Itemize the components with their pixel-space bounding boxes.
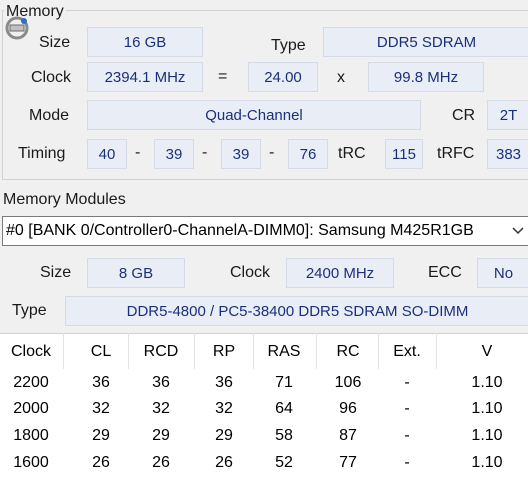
- table-header-cell[interactable]: V: [482, 343, 493, 361]
- cr-value: 2T: [487, 100, 528, 130]
- table-cell: 1.10: [471, 427, 503, 444]
- trfc-value: 383: [487, 139, 528, 169]
- table-cell: 1.10: [471, 400, 503, 417]
- ecc-value: No: [477, 258, 528, 288]
- trc-value: 115: [385, 139, 423, 169]
- timing-table[interactable]: [0, 333, 528, 487]
- app-logo-icon: [5, 16, 29, 40]
- table-column-divider[interactable]: [253, 333, 254, 369]
- table-header-cell[interactable]: RCD: [144, 343, 179, 361]
- table-cell: 32: [152, 400, 170, 417]
- table-cell: 26: [92, 454, 110, 471]
- table-header-cell[interactable]: Clock: [11, 343, 51, 361]
- module-size-label: Size: [40, 264, 72, 281]
- table-cell: 1800: [13, 427, 49, 444]
- table-cell: 32: [92, 400, 110, 417]
- table-column-divider[interactable]: [128, 333, 129, 369]
- table-cell: -: [404, 454, 410, 471]
- table-cell: 29: [152, 427, 170, 444]
- trfc-label: tRFC: [437, 145, 475, 162]
- module-size-value: 8 GB: [87, 258, 185, 288]
- type-label: Type: [271, 37, 306, 54]
- cr-label: CR: [452, 107, 476, 124]
- table-cell: -: [404, 400, 410, 417]
- table-cell: 64: [275, 400, 293, 417]
- size-label: Size: [39, 34, 71, 51]
- clock-value: 2394.1 MHz: [87, 62, 203, 92]
- table-column-divider[interactable]: [194, 333, 195, 369]
- multiplier-value: 24.00: [248, 62, 318, 92]
- module-type-value: DDR5-4800 / PC5-38400 DDR5 SDRAM SO-DIMM: [65, 296, 528, 326]
- table-column-divider[interactable]: [316, 333, 317, 369]
- timing-dash: -: [202, 144, 208, 161]
- module-select[interactable]: #0 [BANK 0/Controller0-ChannelA-DIMM0]: …: [2, 216, 528, 246]
- equals-sign: =: [218, 68, 228, 85]
- table-column-divider[interactable]: [378, 333, 379, 369]
- chevron-down-icon[interactable]: [510, 223, 526, 239]
- table-cell: 26: [152, 454, 170, 471]
- table-cell: -: [404, 374, 410, 391]
- bus-clock-value: 99.8 MHz: [368, 62, 484, 92]
- table-cell: 26: [215, 454, 233, 471]
- table-cell: 52: [275, 454, 293, 471]
- table-cell: 87: [339, 427, 357, 444]
- table-cell: 29: [92, 427, 110, 444]
- module-type-label: Type: [12, 302, 47, 319]
- mode-label: Mode: [29, 107, 70, 124]
- table-cell: -: [404, 427, 410, 444]
- table-header-cell[interactable]: Ext.: [393, 343, 421, 361]
- timing-ras: 76: [288, 139, 328, 169]
- table-header-cell[interactable]: RP: [213, 343, 235, 361]
- table-cell: 2200: [13, 374, 49, 391]
- memory-modules-title: Memory Modules: [3, 191, 126, 208]
- timing-rcd: 39: [154, 139, 194, 169]
- table-cell: 1.10: [471, 374, 503, 391]
- table-header-cell[interactable]: CL: [91, 343, 111, 361]
- table-cell: 58: [275, 427, 293, 444]
- table-cell: 36: [152, 374, 170, 391]
- module-clock-value: 2400 MHz: [286, 258, 394, 288]
- table-cell: 71: [275, 374, 293, 391]
- timing-cl: 40: [87, 139, 127, 169]
- timing-dash: -: [269, 144, 275, 161]
- table-column-divider[interactable]: [436, 333, 437, 369]
- table-cell: 2000: [13, 400, 49, 417]
- table-cell: 96: [339, 400, 357, 417]
- table-cell: 1.10: [471, 454, 503, 471]
- table-cell: 1600: [13, 454, 49, 471]
- table-cell: 36: [215, 374, 233, 391]
- type-value: DDR5 SDRAM: [323, 27, 528, 57]
- mode-value: Quad-Channel: [87, 100, 421, 130]
- ecc-label: ECC: [428, 264, 462, 281]
- table-cell: 106: [334, 374, 362, 391]
- trc-label: tRC: [338, 145, 366, 162]
- table-cell: 36: [92, 374, 110, 391]
- module-clock-label: Clock: [230, 264, 271, 281]
- times-sign: x: [337, 69, 345, 86]
- table-cell: 32: [215, 400, 233, 417]
- table-header-cell[interactable]: RAS: [268, 343, 301, 361]
- table-cell: 29: [215, 427, 233, 444]
- size-value: 16 GB: [87, 27, 203, 57]
- timing-dash: -: [135, 144, 141, 161]
- timing-label: Timing: [18, 145, 66, 162]
- timing-rp: 39: [221, 139, 261, 169]
- clock-label: Clock: [31, 69, 72, 86]
- table-column-divider[interactable]: [63, 333, 64, 369]
- table-cell: 77: [339, 454, 357, 471]
- table-header-cell[interactable]: RC: [336, 343, 359, 361]
